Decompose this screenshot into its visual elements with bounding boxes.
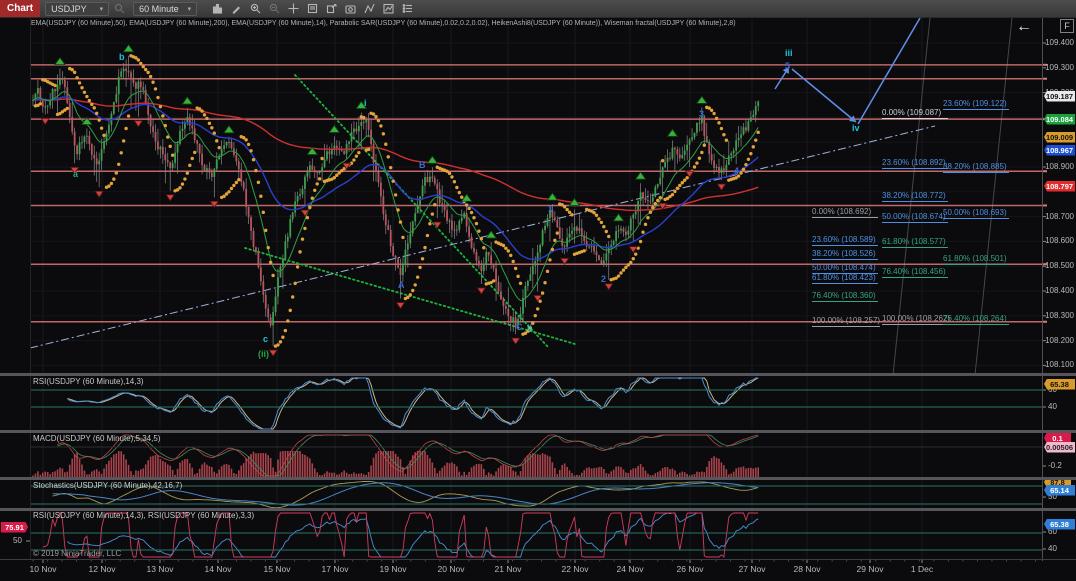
indicators-icon[interactable] [361, 1, 378, 16]
panel-splitter[interactable] [0, 430, 1076, 433]
chart-toolbar: Chart USDJPY ▾ 60 Minute ▾ [0, 0, 1076, 18]
chart-style-icon[interactable] [209, 1, 226, 16]
interval-selector[interactable]: 60 Minute ▾ [133, 2, 197, 16]
instrument-search-icon[interactable] [111, 1, 128, 16]
date-axis[interactable] [0, 560, 1076, 581]
zoom-out-icon[interactable] [266, 1, 283, 16]
chart-canvas[interactable] [0, 0, 1076, 581]
indicator-header: EMA(USDJPY (60 Minute),50), EMA(USDJPY (… [31, 20, 736, 27]
strategies-icon[interactable] [380, 1, 397, 16]
data-box-icon[interactable] [304, 1, 321, 16]
properties-icon[interactable] [399, 1, 416, 16]
crosshair-icon[interactable] [285, 1, 302, 16]
panel-splitter[interactable] [0, 508, 1076, 511]
chevron-down-icon: ▾ [188, 5, 192, 13]
export-icon[interactable] [323, 1, 340, 16]
interval-value: 60 Minute [139, 4, 179, 14]
panel-splitter[interactable] [0, 373, 1076, 376]
snapshot-icon[interactable] [342, 1, 359, 16]
drawing-tools-icon[interactable] [228, 1, 245, 16]
copyright-label: © 2019 NinjaTrader, LLC [33, 549, 121, 558]
axis-separator [0, 559, 1076, 560]
fixed-scale-button[interactable]: F [1060, 19, 1074, 33]
panel-splitter[interactable] [0, 477, 1076, 480]
back-arrow-button[interactable]: ← [1016, 19, 1032, 35]
zoom-in-icon[interactable] [247, 1, 264, 16]
tab-chart[interactable]: Chart [0, 0, 40, 17]
instrument-value: USDJPY [51, 4, 87, 14]
ninjatrader-chart-window: Chart USDJPY ▾ 60 Minute ▾ [0, 0, 1076, 581]
instrument-selector[interactable]: USDJPY ▾ [45, 2, 109, 16]
chevron-down-icon: ▾ [100, 5, 104, 13]
